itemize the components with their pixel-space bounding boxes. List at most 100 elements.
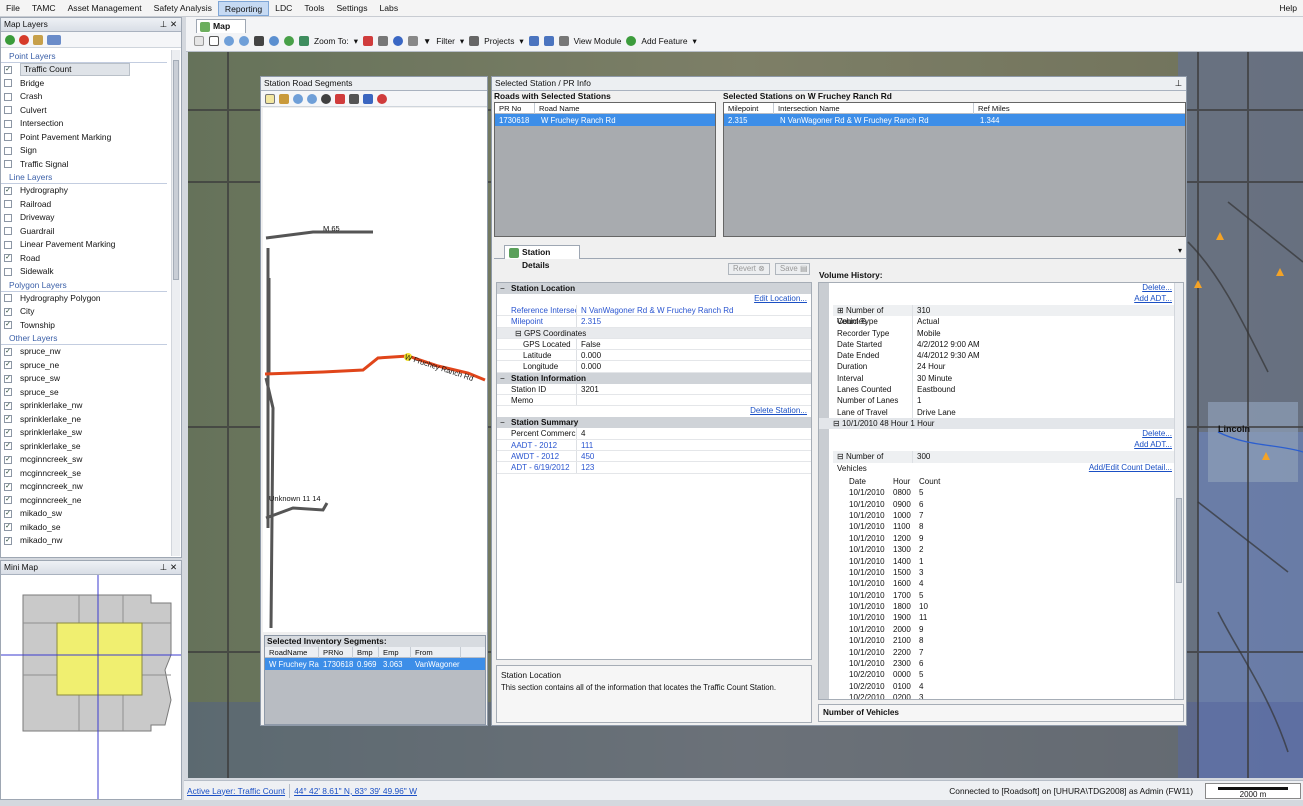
gps-coordinates-group[interactable]: ⊟ GPS Coordinates bbox=[497, 327, 811, 338]
table-row[interactable]: 10/2/2010 0100 4 bbox=[849, 681, 1176, 692]
layer-options-icon[interactable] bbox=[47, 34, 61, 45]
layer-item[interactable]: ✓ mcginncreek_ne bbox=[1, 494, 181, 508]
section-station-location[interactable]: Station Location bbox=[497, 283, 811, 294]
layer-item[interactable]: ✓ mikado_nw bbox=[1, 534, 181, 548]
layer-checkbox[interactable] bbox=[4, 200, 12, 209]
layer-item[interactable]: ✓ spruce_se bbox=[1, 386, 181, 400]
value-number-of-vehicles-2[interactable]: 300 bbox=[913, 451, 930, 462]
layer-checkbox[interactable]: ✓ bbox=[4, 321, 12, 330]
layer-item[interactable]: ✓ sprinklerlake_sw bbox=[1, 426, 181, 440]
cut-icon[interactable] bbox=[349, 93, 359, 104]
layer-item[interactable]: ✓ mikado_se bbox=[1, 521, 181, 535]
filter-icon[interactable]: ▼ bbox=[423, 36, 431, 46]
menu-tools[interactable]: Tools bbox=[298, 1, 330, 16]
add-feature-icon[interactable] bbox=[626, 36, 637, 46]
value-awdt[interactable]: 450 bbox=[577, 450, 811, 462]
volume-prop-value[interactable]: Eastbound bbox=[913, 384, 955, 395]
layer-checkbox[interactable]: ✓ bbox=[4, 536, 12, 545]
mini-map[interactable] bbox=[1, 575, 181, 799]
layer-item[interactable]: ✓ sprinklerlake_se bbox=[1, 440, 181, 454]
layer-checkbox[interactable]: ✓ bbox=[4, 469, 12, 478]
layer-item[interactable]: ✓ sprinklerlake_nw bbox=[1, 399, 181, 413]
layer-checkbox[interactable]: ✓ bbox=[4, 388, 12, 397]
layer-checkbox[interactable] bbox=[4, 92, 12, 101]
volume-prop-value[interactable]: 310 bbox=[913, 305, 930, 316]
value-reference-intersection[interactable]: N VanWagoner Rd & W Fruchey Ranch Rd bbox=[577, 305, 811, 316]
col-milepoint[interactable]: Milepoint bbox=[724, 102, 774, 114]
layer-checkbox[interactable]: ✓ bbox=[4, 509, 12, 518]
delete-volume-link[interactable]: Delete... bbox=[1142, 429, 1172, 438]
identify-icon[interactable] bbox=[254, 36, 264, 46]
layer-item[interactable]: Crash bbox=[1, 90, 181, 104]
col-ref-miles[interactable]: Ref Miles bbox=[974, 103, 1124, 114]
value-station-id[interactable]: 3201 bbox=[577, 383, 811, 395]
layer-checkbox[interactable] bbox=[4, 294, 12, 303]
table-row[interactable]: 10/1/2010 2100 8 bbox=[849, 635, 1176, 646]
value-adt[interactable]: 123 bbox=[577, 462, 811, 473]
zoom-to-dropdown[interactable]: Zoom To: bbox=[314, 36, 349, 46]
value-milepoint[interactable]: 2.315 bbox=[577, 316, 811, 327]
menu-safety-analysis[interactable]: Safety Analysis bbox=[148, 1, 218, 16]
layer-item[interactable]: ✓ sprinklerlake_ne bbox=[1, 413, 181, 427]
inventory-col[interactable]: Emp bbox=[379, 646, 411, 658]
layer-item[interactable]: ✓ spruce_ne bbox=[1, 359, 181, 373]
col-intersection-name[interactable]: Intersection Name bbox=[774, 102, 974, 114]
add-feature-dropdown[interactable]: Add Feature bbox=[641, 36, 687, 46]
refresh-icon[interactable] bbox=[299, 36, 309, 46]
table-row[interactable]: 10/2/2010 0200 3 bbox=[849, 692, 1176, 699]
layer-checkbox[interactable] bbox=[4, 160, 12, 169]
layer-item[interactable]: ✓ Township bbox=[1, 319, 181, 333]
table-row[interactable]: 10/1/2010 1800 10 bbox=[849, 601, 1176, 612]
table-icon[interactable] bbox=[543, 36, 554, 46]
table-row[interactable]: 10/1/2010 1700 5 bbox=[849, 590, 1176, 601]
inventory-col[interactable]: From bbox=[411, 646, 461, 658]
table-row[interactable]: W Fruchey Ranch Rd 1730618 0.969 3.063 VanWa… bbox=[265, 658, 485, 670]
col-pr-no[interactable]: PR No bbox=[495, 102, 535, 114]
layer-item[interactable]: ✓ Hydrography bbox=[1, 184, 181, 198]
clear-icon[interactable] bbox=[335, 93, 345, 104]
layer-checkbox[interactable]: ✓ bbox=[4, 482, 12, 491]
layers-scrollbar[interactable] bbox=[171, 50, 180, 556]
value-longitude[interactable]: 0.000 bbox=[577, 361, 811, 372]
layer-item[interactable]: Traffic Signal bbox=[1, 158, 181, 172]
value-latitude[interactable]: 0.000 bbox=[577, 350, 811, 361]
volume-prop-value[interactable]: 30 Minute bbox=[913, 373, 952, 384]
layer-item[interactable]: Intersection bbox=[1, 117, 181, 131]
layer-item[interactable]: ✓ mcginncreek_sw bbox=[1, 453, 181, 467]
zoom-in-icon[interactable] bbox=[224, 36, 234, 46]
layer-checkbox[interactable]: ✓ bbox=[4, 415, 12, 424]
volume-prop-value[interactable]: Drive Lane bbox=[913, 407, 956, 418]
delete-volume-link[interactable]: Delete... bbox=[1142, 283, 1172, 292]
layer-checkbox[interactable] bbox=[4, 119, 12, 128]
menu-asset-management[interactable]: Asset Management bbox=[62, 1, 148, 16]
select-icon[interactable] bbox=[265, 93, 275, 104]
menu-reporting[interactable]: Reporting bbox=[217, 0, 270, 16]
layer-item[interactable]: Point Pavement Marking bbox=[1, 131, 181, 145]
layer-checkbox[interactable]: ✓ bbox=[4, 361, 12, 370]
layer-checkbox[interactable]: ✓ bbox=[4, 401, 12, 410]
layer-checkbox[interactable]: ✓ bbox=[4, 523, 12, 532]
pin-icon[interactable]: ⊥ bbox=[160, 561, 167, 574]
table-row[interactable]: 10/1/2010 1200 9 bbox=[849, 533, 1176, 544]
info-icon[interactable] bbox=[392, 36, 403, 46]
menu-ldc[interactable]: LDC bbox=[269, 1, 298, 16]
add-adt-link[interactable]: Add ADT... bbox=[1134, 294, 1172, 303]
save-button[interactable]: Save ▤ bbox=[775, 263, 810, 275]
filter-dropdown[interactable]: Filter bbox=[436, 36, 455, 46]
layer-style-icon[interactable] bbox=[33, 34, 43, 45]
count-col-header[interactable]: Count bbox=[919, 476, 959, 487]
layer-group-point-layers[interactable]: Point Layers bbox=[1, 50, 167, 63]
inventory-col[interactable]: Bmp bbox=[353, 646, 379, 658]
volume-prop-value[interactable]: Mobile bbox=[913, 328, 941, 339]
layer-checkbox[interactable] bbox=[4, 133, 12, 142]
pan-icon[interactable] bbox=[209, 36, 219, 46]
projects-icon[interactable] bbox=[469, 36, 480, 46]
projects-dropdown[interactable]: Projects bbox=[484, 36, 514, 46]
layer-checkbox[interactable] bbox=[4, 79, 12, 88]
add-adt-link[interactable]: Add ADT... bbox=[1134, 440, 1172, 449]
add-edit-count-link[interactable]: Add/Edit Count Detail... bbox=[1089, 463, 1172, 472]
layer-checkbox[interactable] bbox=[4, 106, 12, 115]
zoom-out-icon[interactable] bbox=[239, 36, 249, 46]
menu-help[interactable]: Help bbox=[1273, 1, 1303, 16]
save-icon[interactable] bbox=[363, 93, 373, 104]
